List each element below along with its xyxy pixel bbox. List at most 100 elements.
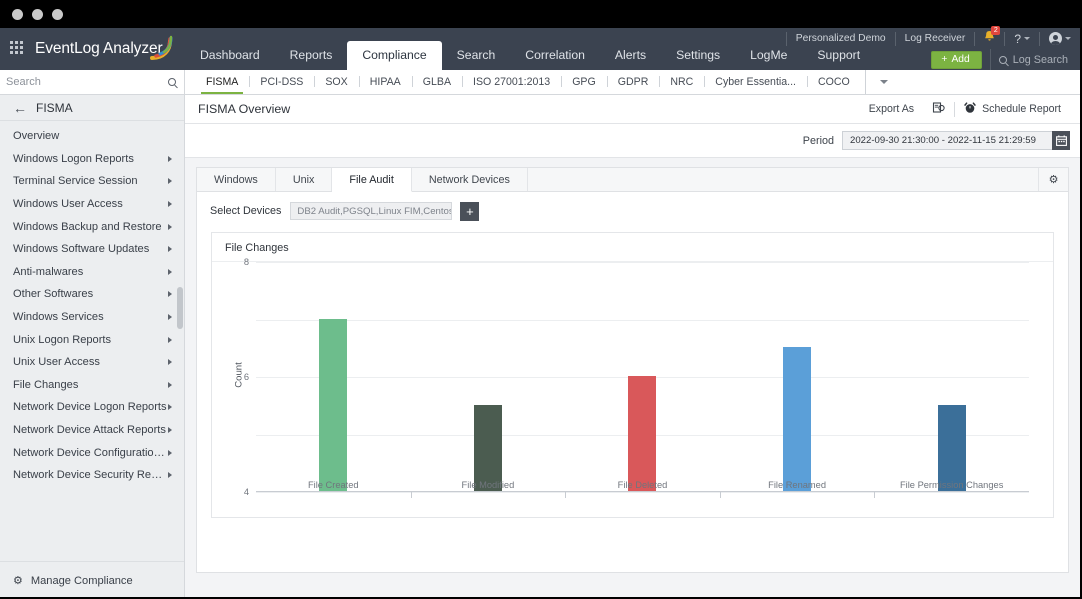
sidebar-item-label: Other Softwares: [13, 288, 94, 301]
sidebar-item-windows-services[interactable]: Windows Services: [0, 306, 184, 329]
body-area: ← FISMA Overview Windows Logon Reports T…: [0, 95, 1080, 597]
sidebar-item-terminal-service-session[interactable]: Terminal Service Session: [0, 170, 184, 193]
export-icon-button[interactable]: [923, 101, 954, 117]
log-receiver-link[interactable]: Log Receiver: [894, 31, 975, 46]
export-icon: [932, 101, 945, 117]
compliance-tab-glba[interactable]: GLBA: [411, 70, 462, 94]
personalized-demo-link[interactable]: Personalized Demo: [785, 31, 895, 46]
chart-bar[interactable]: [319, 318, 348, 491]
nav-item-search[interactable]: Search: [442, 41, 511, 70]
sidebar-item-unix-user-access[interactable]: Unix User Access: [0, 351, 184, 374]
devices-input[interactable]: DB2 Audit,PGSQL,Linux FIM,Centos,S...: [290, 202, 453, 220]
sidebar-item-network-device-logon-reports[interactable]: Network Device Logon Reports: [0, 396, 184, 419]
window-close-dot[interactable]: [12, 8, 23, 20]
export-as-button[interactable]: Export As: [860, 103, 923, 115]
panel-tab-file-audit[interactable]: File Audit: [332, 168, 412, 192]
compliance-tab-fisma[interactable]: FISMA: [195, 70, 249, 94]
compliance-tab-nrc[interactable]: NRC: [659, 70, 704, 94]
search-icon[interactable]: [168, 78, 176, 86]
schedule-report-label: Schedule Report: [982, 103, 1061, 115]
nav-item-correlation[interactable]: Correlation: [510, 41, 600, 70]
sidebar-item-network-device-configuration-reports[interactable]: Network Device Configuration Rep...: [0, 441, 184, 464]
app-grid-icon[interactable]: [10, 41, 26, 57]
report-panel: Windows Unix File Audit Network Devices …: [196, 167, 1069, 573]
sidebar-item-file-changes[interactable]: File Changes: [0, 374, 184, 397]
nav-item-reports[interactable]: Reports: [275, 41, 348, 70]
bell-icon: 2: [984, 26, 1001, 47]
period-value[interactable]: 2022-09-30 21:30:00 - 2022-11-15 21:29:5…: [842, 131, 1052, 150]
calendar-icon[interactable]: [1052, 131, 1070, 150]
compliance-tab-pci-dss[interactable]: PCI-DSS: [249, 70, 314, 94]
sidebar-item-network-device-security-reports[interactable]: Network Device Security Reports: [0, 464, 184, 487]
chevron-right-icon: [168, 472, 172, 479]
nav-item-dashboard[interactable]: Dashboard: [185, 41, 275, 70]
panel-settings-gear-icon[interactable]: ⚙: [1038, 168, 1068, 191]
chevron-right-icon: [168, 427, 172, 434]
select-devices-label: Select Devices: [210, 205, 282, 217]
sidebar-item-windows-software-updates[interactable]: Windows Software Updates: [0, 238, 184, 261]
back-arrow-icon[interactable]: ←: [13, 101, 27, 115]
chevron-right-icon: [168, 291, 172, 298]
chart-bar[interactable]: [628, 376, 657, 491]
log-search-button[interactable]: Log Search: [989, 49, 1080, 70]
search-input[interactable]: [6, 76, 168, 88]
export-as-label: Export As: [868, 103, 915, 115]
nav-item-alerts[interactable]: Alerts: [600, 41, 661, 70]
period-label: Period: [802, 134, 834, 147]
notification-badge: 2: [991, 26, 1001, 35]
compliance-tab-coco[interactable]: COCO: [806, 70, 861, 94]
chart-bar[interactable]: [937, 404, 966, 491]
nav-item-settings[interactable]: Settings: [661, 41, 735, 70]
chart-title: File Changes: [225, 242, 289, 254]
chart-bar[interactable]: [473, 404, 502, 491]
sidebar-item-unix-logon-reports[interactable]: Unix Logon Reports: [0, 328, 184, 351]
period-picker[interactable]: 2022-09-30 21:30:00 - 2022-11-15 21:29:5…: [842, 131, 1070, 150]
window-minimize-dot[interactable]: [32, 8, 43, 20]
user-account-button[interactable]: [1039, 31, 1080, 46]
compliance-tab-iso-27001[interactable]: ISO 27001:2013: [462, 70, 561, 94]
compliance-tab-gpg[interactable]: GPG: [561, 70, 607, 94]
compliance-tab-cyber-essentials[interactable]: Cyber Essentia...: [704, 70, 807, 94]
window-maximize-dot[interactable]: [52, 8, 63, 20]
compliance-tabs-more-button[interactable]: [864, 70, 902, 94]
chart-plot-area: 02468: [244, 257, 1029, 498]
chevron-right-icon: [168, 449, 172, 456]
sidebar-item-other-softwares[interactable]: Other Softwares: [0, 283, 184, 306]
panel-tab-windows[interactable]: Windows: [197, 168, 276, 191]
alarm-clock-icon: [964, 101, 976, 117]
panel-wrapper: Windows Unix File Audit Network Devices …: [185, 158, 1080, 597]
help-button[interactable]: ?: [1004, 31, 1039, 46]
chevron-right-icon: [168, 246, 172, 253]
sidebar-header[interactable]: ← FISMA: [0, 95, 184, 121]
sidebar-item-windows-logon-reports[interactable]: Windows Logon Reports: [0, 148, 184, 171]
notifications-button[interactable]: 2: [974, 26, 1004, 47]
manage-compliance-button[interactable]: ⚙ Manage Compliance: [0, 561, 184, 597]
sidebar-item-label: Windows Logon Reports: [13, 152, 134, 165]
log-search-label: Log Search: [1012, 53, 1068, 66]
nav-item-compliance[interactable]: Compliance: [347, 41, 442, 70]
manage-compliance-label: Manage Compliance: [30, 574, 133, 587]
compliance-tab-sox[interactable]: SOX: [314, 70, 358, 94]
schedule-report-button[interactable]: Schedule Report: [955, 101, 1070, 117]
compliance-tab-hipaa[interactable]: HIPAA: [358, 70, 412, 94]
chevron-right-icon: [168, 314, 172, 321]
add-device-button[interactable]: +: [460, 201, 480, 221]
sidebar-search[interactable]: [0, 70, 185, 95]
sidebar-scrollbar[interactable]: [177, 287, 183, 329]
panel-tab-network-devices[interactable]: Network Devices: [412, 168, 528, 191]
panel-tab-unix[interactable]: Unix: [276, 168, 333, 191]
avatar: [1049, 32, 1062, 45]
sidebar-item-network-device-attack-reports[interactable]: Network Device Attack Reports: [0, 419, 184, 442]
gear-icon: ⚙: [13, 575, 23, 587]
chevron-right-icon: [168, 404, 172, 411]
sidebar-item-windows-backup-and-restore[interactable]: Windows Backup and Restore: [0, 215, 184, 238]
sidebar-item-label: Terminal Service Session: [13, 175, 138, 188]
chevron-right-icon: [168, 336, 172, 343]
chart-bar[interactable]: [783, 347, 812, 491]
sidebar-item-windows-user-access[interactable]: Windows User Access: [0, 193, 184, 216]
sidebar-item-overview[interactable]: Overview: [0, 125, 184, 148]
sidebar-item-label: File Changes: [13, 378, 79, 391]
add-button[interactable]: + Add: [931, 50, 982, 69]
sidebar-item-anti-malwares[interactable]: Anti-malwares: [0, 261, 184, 284]
compliance-tab-gdpr[interactable]: GDPR: [606, 70, 660, 94]
